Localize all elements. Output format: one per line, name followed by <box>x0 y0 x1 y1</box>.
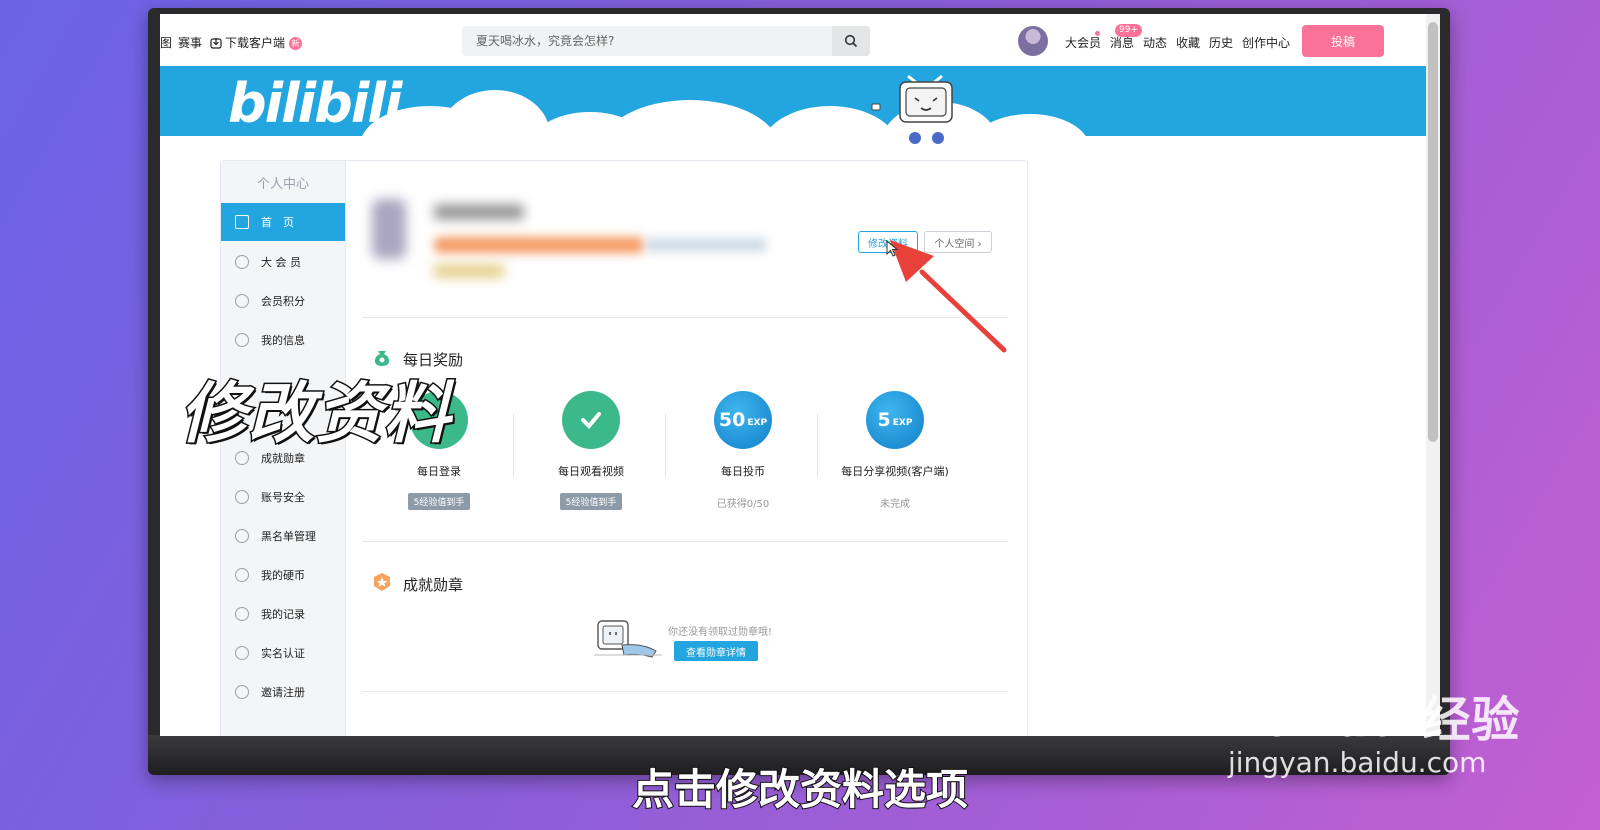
vip-icon <box>235 255 249 269</box>
reward-label: 每日投币 <box>721 465 765 478</box>
download-label: 下载客户端 <box>225 36 286 50</box>
divider <box>665 413 666 477</box>
sidebar-item-records[interactable]: 我的记录 <box>221 595 345 633</box>
search-bar <box>462 26 870 56</box>
record-icon <box>235 607 249 621</box>
reward-label: 每日观看视频 <box>558 465 624 478</box>
blurred-badges <box>434 265 504 277</box>
reward-status: 未完成 <box>880 499 910 510</box>
sidebar-item-vip[interactable]: 大 会 员 <box>221 243 345 281</box>
sidebar-item-label: 实名认证 <box>261 647 305 660</box>
upload-button[interactable]: 投稿 <box>1302 25 1384 57</box>
sidebar-item-label: 我的记录 <box>261 608 305 621</box>
baidu-watermark: Bai du 经验 jingyan.baidu.com <box>1228 650 1520 779</box>
scrollbar[interactable] <box>1426 14 1440 736</box>
avatar <box>372 199 406 259</box>
user-avatar[interactable] <box>1018 26 1048 56</box>
nav-partial-item[interactable]: 图 <box>160 34 172 51</box>
medals-title: 成就勋章 <box>403 576 464 594</box>
sidebar-item-points[interactable]: 会员积分 <box>221 282 345 320</box>
level-progress-bar <box>434 237 644 253</box>
exp-badge: 50 EXP <box>714 391 772 449</box>
cloud-decoration <box>600 100 780 136</box>
exp-value: 50 <box>718 409 746 431</box>
divider <box>362 691 1008 692</box>
search-input[interactable] <box>462 26 822 56</box>
invite-icon <box>235 685 249 699</box>
blurred-username <box>434 205 524 219</box>
sidebar-item-verify[interactable]: 实名认证 <box>221 634 345 672</box>
reward-label: 每日分享视频(客户端) <box>841 465 949 478</box>
search-button[interactable] <box>832 26 870 56</box>
scrollbar-thumb[interactable] <box>1428 22 1438 442</box>
nav-events[interactable]: 赛事 <box>178 34 202 51</box>
download-icon <box>210 38 222 49</box>
sidebar-item-label: 会员积分 <box>261 295 305 308</box>
sidebar-item-label: 首 页 <box>261 216 294 229</box>
nav-creator-center[interactable]: 创作中心 <box>1242 34 1290 51</box>
download-badge: 新 <box>289 37 303 50</box>
divider <box>817 413 818 477</box>
home-icon <box>235 215 249 229</box>
paw-icon <box>1319 650 1386 678</box>
sidebar-item-my-info[interactable]: 我的信息 <box>221 321 345 359</box>
points-icon <box>235 294 249 308</box>
view-medals-button[interactable]: 查看勋章详情 <box>674 641 758 661</box>
sidebar-title: 个人中心 <box>256 177 309 192</box>
nav-download[interactable]: 下载客户端新 <box>210 34 303 51</box>
search-icon <box>844 34 858 48</box>
reward-label: 每日登录 <box>417 465 461 478</box>
overlay-title: 修改资料 <box>179 374 452 454</box>
exp-badge: 5 EXP <box>866 391 924 449</box>
reward-share: 5 EXP 每日分享视频(客户端) 未完成 <box>820 391 970 510</box>
cloud-decoration <box>440 90 550 136</box>
sidebar-item-label: 邀请注册 <box>261 686 305 699</box>
tv-mascot-icon <box>871 74 953 144</box>
medal-icon <box>374 573 390 591</box>
sidebar-item-security[interactable]: 账号安全 <box>221 478 345 516</box>
reward-status: 已获得0/50 <box>716 499 770 510</box>
nav-vip[interactable]: 大会员 <box>1065 34 1101 51</box>
nav-dynamics[interactable]: 动态 <box>1143 34 1167 51</box>
sidebar-item-label: 我的硬币 <box>261 569 305 582</box>
sidebar-item-invite[interactable]: 邀请注册 <box>221 673 345 711</box>
bilibili-logo[interactable]: bilibili <box>228 72 402 135</box>
exp-unit: EXP <box>892 418 913 428</box>
shield-icon <box>235 490 249 504</box>
reward-coins: 50 EXP 每日投币 已获得0/50 <box>668 391 818 510</box>
vip-dot <box>1095 31 1100 36</box>
reward-watch-video: 每日观看视频 5经验值到手 <box>516 391 666 510</box>
reward-tag: 5经验值到手 <box>407 493 471 510</box>
empty-tv-icon <box>594 620 662 658</box>
nav-history[interactable]: 历史 <box>1209 34 1233 51</box>
sidebar-item-home[interactable]: 首 页 <box>221 203 345 241</box>
blacklist-icon <box>235 529 249 543</box>
nav-favorites[interactable]: 收藏 <box>1176 34 1200 51</box>
sidebar-item-label: 账号安全 <box>261 491 305 504</box>
messages-badge: 99+ <box>1115 24 1142 37</box>
reward-tag: 5经验值到手 <box>559 493 623 510</box>
sidebar-item-coins[interactable]: 我的硬币 <box>221 556 345 594</box>
user-icon <box>235 333 249 347</box>
check-icon <box>562 391 620 449</box>
red-arrow-icon <box>890 240 1007 353</box>
divider <box>513 413 514 477</box>
level-progress-text <box>646 239 766 251</box>
top-nav: 图 赛事 下载客户端新 大会员 消息 99+ 动态 收藏 历史 创作中心 投稿 <box>160 14 1426 66</box>
medals-empty-text: 你还没有领取过勋章哦! <box>668 627 773 638</box>
exp-unit: EXP <box>747 418 768 428</box>
cursor-icon <box>886 240 899 257</box>
id-card-icon <box>235 646 249 660</box>
coin-icon <box>235 568 249 582</box>
sidebar-item-label: 我的信息 <box>261 334 305 347</box>
divider <box>362 541 1008 542</box>
sidebar-item-blacklist[interactable]: 黑名单管理 <box>221 517 345 555</box>
watermark-url: jingyan.baidu.com <box>1228 746 1487 779</box>
sidebar-item-label: 大 会 员 <box>261 256 301 269</box>
sidebar-item-label: 黑名单管理 <box>261 530 316 543</box>
exp-value: 5 <box>877 409 891 431</box>
